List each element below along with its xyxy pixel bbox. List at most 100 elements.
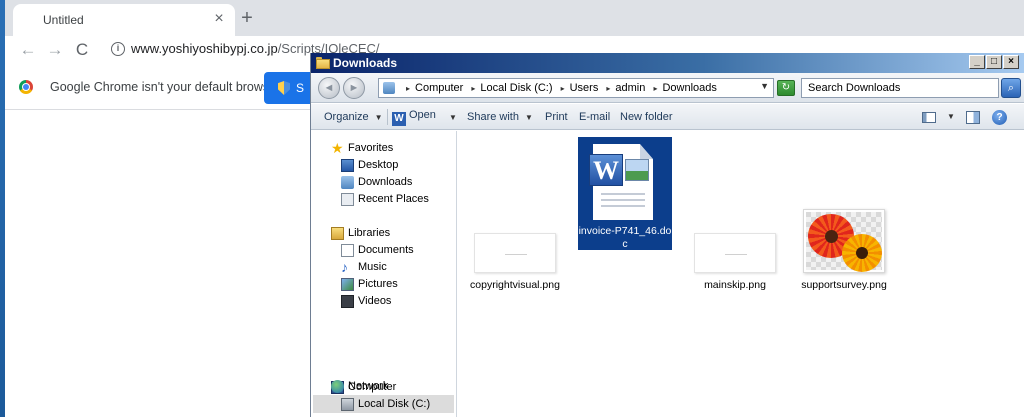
breadcrumb-users[interactable]: Users <box>570 82 599 94</box>
downloads-folder-icon <box>341 176 354 189</box>
word-picture-icon <box>625 159 649 181</box>
nav-documents-label: Documents <box>358 244 414 256</box>
forward-arrow-icon[interactable]: → <box>44 39 66 61</box>
nav-music-label: Music <box>358 261 387 273</box>
navigation-pane: ★ Favorites Desktop Downloads Recent Plac… <box>311 131 457 417</box>
file-name-invoice-line2: c <box>622 238 628 250</box>
file-name-mainskip[interactable]: mainskip.png <box>688 279 782 292</box>
breadcrumb: ▸ Computer ▸ Local Disk (C:) ▸ Users ▸ admin… <box>401 82 717 94</box>
nav-videos-label: Videos <box>358 295 392 307</box>
nav-recent-label: Recent Places <box>358 193 429 205</box>
print-button[interactable]: Print <box>545 111 568 123</box>
file-list: copyrightvisual.png W invoice-P741_46.do… <box>458 131 1024 417</box>
minimize-button[interactable]: _ <box>969 55 985 69</box>
search-input[interactable]: Search Downloads <box>801 78 999 98</box>
music-note-icon: ♪ <box>341 259 348 275</box>
search-icon[interactable]: ⌕ <box>1001 78 1021 98</box>
documents-icon <box>341 244 354 257</box>
infobar-message: Google Chrome isn't your default browser <box>50 80 281 94</box>
address-dropdown-icon[interactable]: ▼ <box>760 81 769 91</box>
tab-close-icon[interactable]: × <box>209 9 229 29</box>
open-label: Open <box>409 109 436 121</box>
command-bar: Organize ▼ W Open ▼ Share with ▼ Print E-ma… <box>311 104 1024 130</box>
back-button[interactable]: ◄ <box>318 77 340 99</box>
word-app-icon: W <box>392 112 406 126</box>
refresh-button[interactable]: ↻ <box>777 80 795 96</box>
breadcrumb-sep: ▸ <box>606 84 611 93</box>
uac-shield-icon <box>278 81 290 95</box>
share-with-button[interactable]: Share with ▼ <box>467 111 533 123</box>
nav-libraries-label: Libraries <box>348 227 391 239</box>
breadcrumb-admin[interactable]: admin <box>615 82 645 94</box>
reload-icon[interactable]: C <box>71 39 93 61</box>
address-row: ◄ ► ▸ Computer ▸ Local Disk (C:) ▸ Users ▸ a… <box>311 73 1024 103</box>
new-tab-icon[interactable]: + <box>235 6 259 30</box>
organize-caret-icon: ▼ <box>374 113 383 122</box>
chrome-logo-icon <box>19 80 33 94</box>
set-default-label: S <box>296 81 305 95</box>
new-folder-button[interactable]: New folder <box>620 111 673 123</box>
breadcrumb-downloads[interactable]: Downloads <box>662 82 716 94</box>
star-icon: ★ <box>331 140 344 156</box>
word-letter-icon: W <box>589 154 623 186</box>
open-caret-icon: ▼ <box>449 113 457 122</box>
close-button[interactable]: × <box>1003 55 1019 69</box>
pictures-icon <box>341 278 354 291</box>
network-icon <box>331 380 344 393</box>
file-name-invoice[interactable]: invoice-P741_46.do c <box>578 225 672 251</box>
help-icon[interactable]: ? <box>992 110 1007 125</box>
breadcrumb-sep: ▸ <box>653 84 658 93</box>
explorer-titlebar[interactable]: Downloads _ □ × <box>311 53 1024 73</box>
file-name-supportsurvey[interactable]: supportsurvey.png <box>797 279 891 292</box>
browser-tab[interactable]: Untitled × <box>13 4 235 36</box>
folder-icon <box>316 57 330 69</box>
videos-icon <box>341 295 354 308</box>
local-disk-icon <box>341 398 354 411</box>
change-view-icon[interactable] <box>922 112 936 123</box>
open-button[interactable]: W Open <box>392 109 436 126</box>
forward-button[interactable]: ► <box>343 77 365 99</box>
word-text-lines <box>601 193 645 211</box>
recent-places-icon <box>341 193 354 206</box>
flower-center <box>856 247 868 259</box>
nav-favorites-label: Favorites <box>348 142 394 154</box>
file-name-invoice-line1: invoice-P741_46.do <box>578 225 672 237</box>
breadcrumb-sep: ▸ <box>560 84 565 93</box>
address-folder-icon <box>383 82 395 94</box>
breadcrumb-sep: ▸ <box>406 84 411 93</box>
organize-label: Organize <box>324 111 369 123</box>
file-thumbnail-copyrightvisual[interactable] <box>474 233 556 273</box>
tab-title: Untitled <box>43 13 84 27</box>
search-placeholder: Search Downloads <box>808 82 901 94</box>
url-host: www.yoshiyoshibypj.co.jp <box>131 41 278 56</box>
site-info-icon[interactable]: i <box>111 42 125 56</box>
email-button[interactable]: E-mail <box>579 111 610 123</box>
nav-desktop-label: Desktop <box>358 159 399 171</box>
file-thumbnail-supportsurvey[interactable] <box>803 209 885 273</box>
nav-pictures-label: Pictures <box>358 278 398 290</box>
nav-network-label: Network <box>348 380 389 392</box>
breadcrumb-local-disk[interactable]: Local Disk (C:) <box>480 82 552 94</box>
view-dropdown-icon[interactable]: ▼ <box>947 112 955 121</box>
nav-local-disk-label: Local Disk (C:) <box>358 398 431 410</box>
breadcrumb-computer[interactable]: Computer <box>415 82 463 94</box>
explorer-window: Downloads _ □ × ◄ ► ▸ Computer ▸ Local Dis… <box>310 53 1024 417</box>
file-name-copyrightvisual[interactable]: copyrightvisual.png <box>468 279 562 292</box>
flower-center <box>825 230 838 243</box>
tab-strip: Untitled × + <box>5 0 1024 36</box>
breadcrumb-sep: ▸ <box>471 84 476 93</box>
file-thumbnail-mainskip[interactable] <box>694 233 776 273</box>
organize-button[interactable]: Organize ▼ <box>324 111 383 123</box>
address-bar[interactable]: ▸ Computer ▸ Local Disk (C:) ▸ Users ▸ admin… <box>378 78 774 98</box>
back-arrow-icon[interactable]: ← <box>17 39 39 61</box>
preview-pane-icon[interactable] <box>966 111 980 124</box>
nav-downloads-label: Downloads <box>358 176 413 188</box>
share-caret-icon: ▼ <box>524 113 533 122</box>
share-with-label: Share with <box>467 111 519 123</box>
window-title: Downloads <box>333 56 398 70</box>
libraries-icon <box>331 227 344 240</box>
separator <box>387 109 388 125</box>
maximize-button[interactable]: □ <box>986 55 1002 69</box>
desktop-icon <box>341 159 354 172</box>
open-dropdown[interactable]: ▼ <box>443 111 457 123</box>
